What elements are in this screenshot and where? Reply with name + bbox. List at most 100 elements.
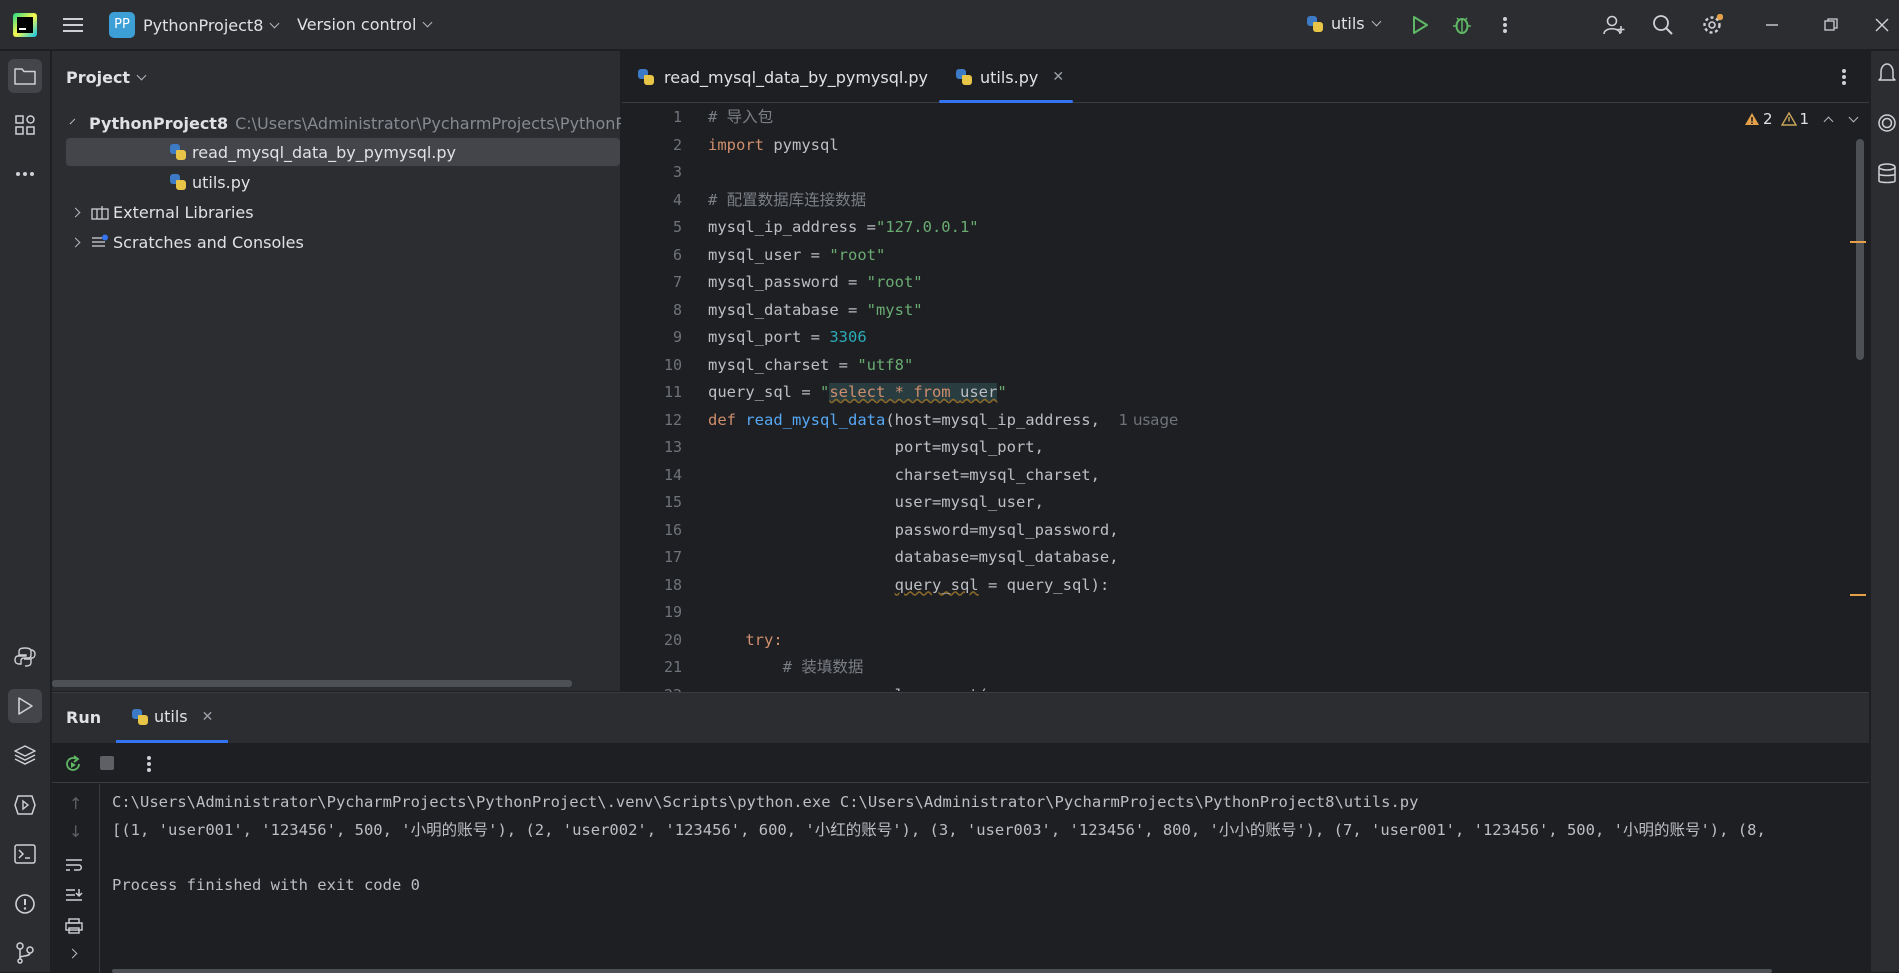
database-icon[interactable]: [1877, 163, 1897, 189]
chevron-down-icon: [1371, 16, 1382, 27]
run-config-selector[interactable]: utils: [1307, 14, 1382, 33]
scroll-up-icon[interactable]: ↑: [69, 794, 82, 813]
minimize-window-icon[interactable]: [1755, 8, 1789, 42]
horizontal-scrollbar[interactable]: [52, 680, 572, 687]
code-token: mysql_password =: [708, 273, 867, 291]
app-logo-icon[interactable]: [13, 13, 37, 37]
line-number: 7: [672, 273, 682, 291]
code-token: mysql_port =: [708, 328, 830, 346]
layers-icon[interactable]: [8, 738, 42, 772]
run-tool-icon[interactable]: [8, 689, 42, 723]
project-folder-icon[interactable]: [8, 59, 42, 93]
tree-file-read-mysql[interactable]: read_mysql_data_by_pymysql.py: [66, 138, 620, 166]
console-output[interactable]: C:\Users\Administrator\PycharmProjects\P…: [112, 789, 1862, 899]
run-panel: Run utils ✕ ↑ ↓ C:\Users\Administrator\P…: [52, 692, 1869, 973]
console-horizontal-scrollbar[interactable]: [112, 969, 1772, 973]
notifications-bell-icon[interactable]: [1877, 62, 1897, 88]
scratches-icon: [92, 234, 108, 247]
structure-icon[interactable]: [8, 108, 42, 142]
code-line: database=mysql_database,: [708, 548, 1119, 566]
code-line: mysql_database = "myst": [708, 297, 1808, 325]
scroll-down-icon[interactable]: ↓: [69, 822, 82, 841]
line-number: 15: [663, 493, 682, 511]
project-switcher[interactable]: PP PythonProject8: [109, 12, 280, 38]
code-token: user: [959, 383, 998, 401]
title-bar: PP PythonProject8 Version control utils: [0, 0, 1899, 50]
scratches-label: Scratches and Consoles: [113, 232, 304, 252]
tab-options-icon[interactable]: [1842, 68, 1846, 90]
restore-window-icon[interactable]: [1814, 8, 1848, 42]
tree-root-project[interactable]: PythonProject8 C:\Users\Administrator\Py…: [52, 109, 621, 137]
search-icon[interactable]: [1646, 8, 1680, 42]
code-token: def: [708, 410, 736, 429]
run-button[interactable]: [1403, 8, 1437, 42]
run-tab-utils[interactable]: utils ✕: [116, 693, 228, 743]
more-actions-icon[interactable]: [1488, 8, 1522, 42]
run-panel-title: Run: [66, 708, 102, 727]
code-token: 3306: [829, 328, 867, 346]
more-tools-icon[interactable]: [8, 157, 42, 191]
ai-assistant-icon[interactable]: [1877, 113, 1897, 137]
scroll-to-end-icon[interactable]: [65, 888, 83, 906]
python-console-icon[interactable]: [8, 640, 42, 674]
project-panel-header[interactable]: Project: [52, 51, 620, 103]
run-toolbar: [52, 743, 1869, 783]
services-icon[interactable]: [8, 788, 42, 822]
tree-file-utils[interactable]: utils.py: [52, 168, 621, 196]
git-icon[interactable]: [8, 936, 42, 970]
soft-wrap-icon[interactable]: [65, 858, 83, 876]
code-editor: read_mysql_data_by_pymysql.py utils.py ✕…: [622, 51, 1869, 696]
rerun-icon[interactable]: [63, 754, 83, 778]
line-number: 6: [672, 245, 682, 264]
close-tab-icon[interactable]: ✕: [1052, 69, 1064, 85]
previous-highlight-icon[interactable]: [1823, 116, 1834, 126]
tree-external-libraries[interactable]: External Libraries: [52, 198, 621, 226]
tree-scratches[interactable]: Scratches and Consoles: [52, 228, 621, 256]
code-token: "myst": [866, 300, 923, 319]
sql-injection: select * from user: [829, 383, 998, 401]
code-token: query_sql: [894, 575, 979, 594]
console-line: Process finished with exit code 0: [112, 875, 420, 894]
next-highlight-icon[interactable]: [1848, 112, 1859, 122]
version-control-label: Version control: [297, 15, 417, 34]
problems-icon[interactable]: [8, 887, 42, 921]
code-line: con = pymysql.connect(: [708, 682, 1808, 692]
line-number: 12: [663, 410, 682, 429]
close-tab-icon[interactable]: ✕: [202, 709, 214, 725]
warning-stripe-mark[interactable]: [1850, 594, 1866, 596]
code-area[interactable]: # 导入包 import pymysql # 配置数据库连接数据 mysql_i…: [708, 104, 1808, 691]
run-more-icon[interactable]: [147, 755, 151, 777]
external-libraries-label: External Libraries: [113, 202, 254, 222]
version-control-menu[interactable]: Version control: [297, 15, 433, 34]
tab-read-mysql[interactable]: read_mysql_data_by_pymysql.py: [638, 51, 928, 103]
terminal-icon[interactable]: [8, 837, 42, 871]
expand-arrow-icon[interactable]: [70, 207, 81, 217]
tab-utils[interactable]: utils.py ✕: [939, 51, 1073, 103]
expand-arrow-icon[interactable]: [69, 118, 76, 124]
expand-tools-icon[interactable]: [67, 948, 78, 959]
code-line: # 配置数据库连接数据: [708, 190, 867, 209]
line-number: 14: [663, 465, 682, 484]
code-token: mysql_ip_address =: [708, 218, 876, 236]
usage-hint[interactable]: 1 usage: [1119, 411, 1179, 429]
line-number: 19: [663, 603, 682, 621]
main-menu-icon[interactable]: [56, 8, 90, 42]
debug-button[interactable]: [1445, 8, 1479, 42]
vertical-scrollbar[interactable]: [1856, 139, 1864, 360]
code-token: "utf8": [857, 355, 914, 374]
print-icon[interactable]: [65, 918, 83, 938]
close-window-icon[interactable]: [1865, 8, 1899, 42]
code-token: ": [819, 383, 830, 401]
line-number: 13: [663, 438, 682, 456]
project-name: PythonProject8: [143, 15, 264, 35]
line-number: 18: [663, 575, 682, 594]
line-number: 8: [672, 300, 682, 319]
warning-stripe-mark[interactable]: [1850, 241, 1866, 243]
stop-icon[interactable]: [100, 756, 114, 770]
add-user-icon[interactable]: [1597, 8, 1631, 42]
expand-arrow-icon[interactable]: [70, 237, 81, 247]
settings-gear-icon[interactable]: [1695, 8, 1729, 42]
run-side-tools: ↑ ↓: [52, 784, 100, 973]
run-tab-label: utils: [154, 707, 188, 726]
